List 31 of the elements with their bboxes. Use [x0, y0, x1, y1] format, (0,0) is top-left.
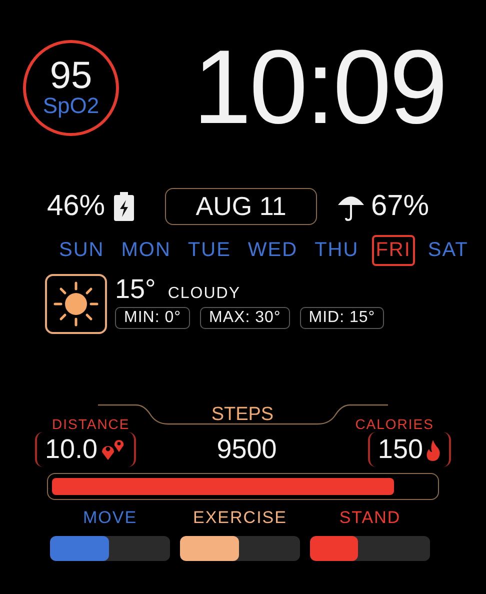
spo2-value: 95: [50, 58, 92, 94]
distance-value: 10.0: [45, 434, 98, 465]
battery-level: 46%: [47, 190, 106, 223]
rain-chance: 67%: [371, 190, 430, 223]
battery-charging-icon: [113, 192, 136, 222]
calories-value: 150: [378, 434, 423, 465]
activity-label: STAND: [339, 508, 401, 528]
weather-condition: CLOUDY: [168, 285, 241, 303]
distance-label: DISTANCE: [52, 416, 130, 432]
activity-label: MOVE: [82, 508, 138, 528]
date-label: AUG 11: [165, 188, 318, 225]
steps-label: STEPS: [211, 404, 274, 426]
weekday: TUE: [186, 238, 232, 263]
temperature-range: MID: 15°: [300, 307, 384, 329]
activity-label: EXERCISE: [193, 508, 287, 528]
weekday: THU: [314, 238, 360, 263]
weekday: MON: [120, 238, 172, 263]
weekday: WED: [246, 238, 299, 263]
calories-label: CALORIES: [355, 416, 434, 432]
temperature-range: MAX: 30°: [200, 307, 290, 329]
weekday: SUN: [58, 238, 106, 263]
steps-count: 9500: [216, 434, 277, 465]
spo2-label: SpO2: [42, 94, 100, 118]
temperature: 15°: [115, 274, 156, 305]
sun-icon: [52, 280, 100, 328]
weekday: SAT: [426, 238, 470, 263]
flame-icon: [424, 438, 441, 460]
temperature-range: MIN: 0°: [115, 307, 190, 329]
weekday: FRI: [372, 235, 415, 266]
time: 10:09: [193, 38, 446, 138]
location-pins-icon: [100, 438, 126, 460]
